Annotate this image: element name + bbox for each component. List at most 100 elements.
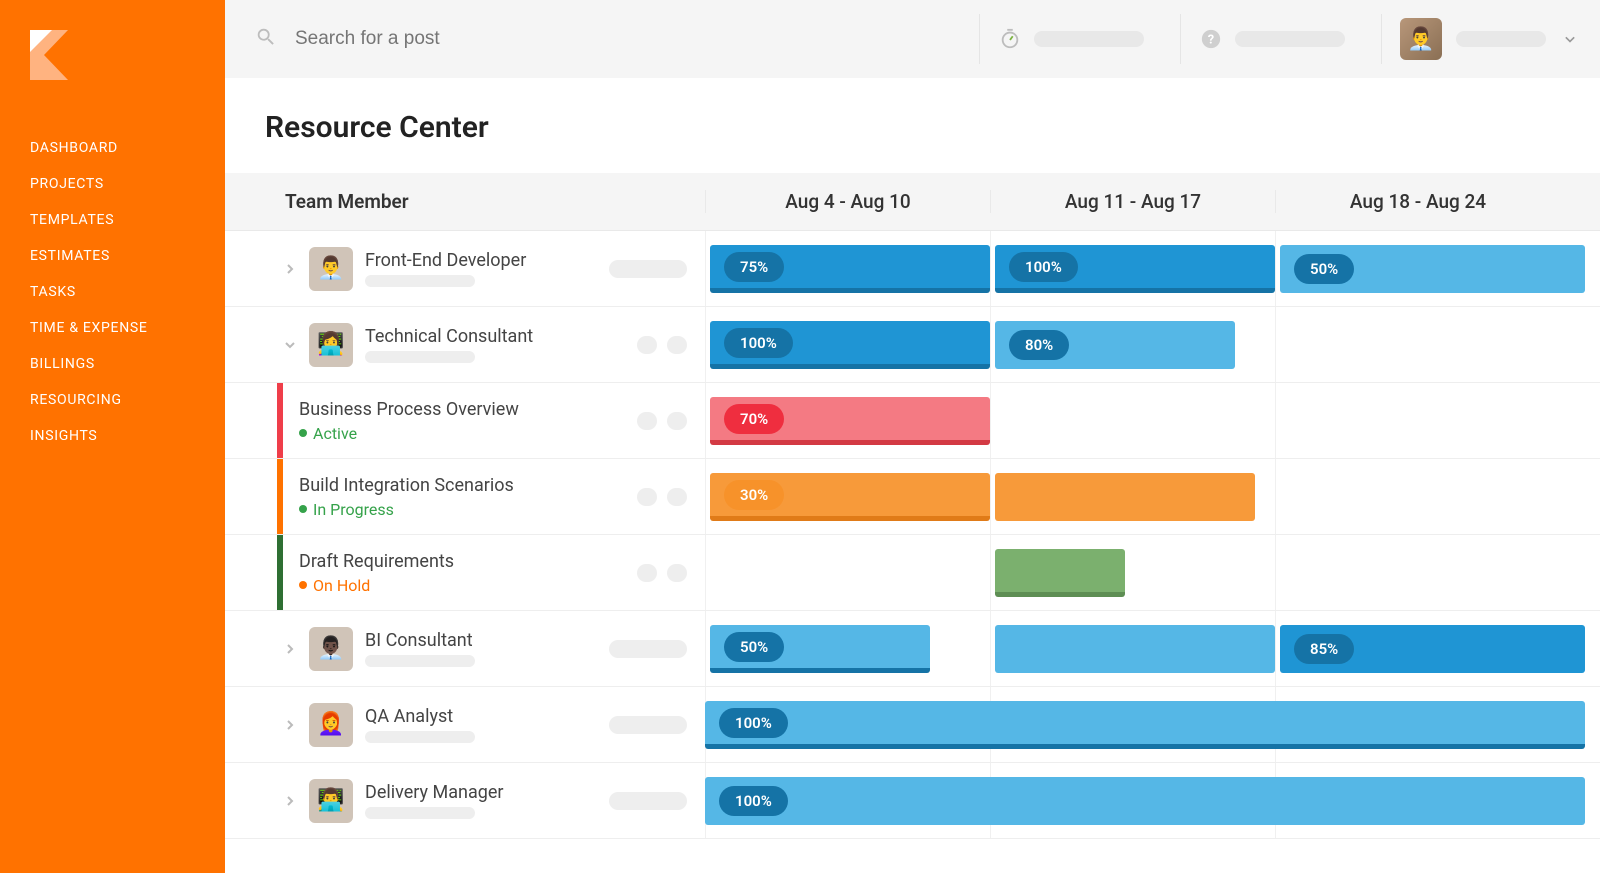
app-root: DASHBOARD PROJECTS TEMPLATES ESTIMATES TASKS… xyxy=(0,0,1600,873)
allocation-bar[interactable]: 100% xyxy=(710,321,990,369)
action-placeholder[interactable] xyxy=(637,488,657,506)
allocation-bar[interactable]: 85% xyxy=(1280,625,1585,673)
action-placeholder[interactable] xyxy=(667,336,687,354)
allocation-bar[interactable]: 80% xyxy=(995,321,1235,369)
action-placeholder[interactable] xyxy=(667,488,687,506)
row-left: 👨‍💻Delivery Manager xyxy=(225,763,705,838)
nav-item[interactable]: DASHBOARD xyxy=(30,140,225,156)
nav-item[interactable]: RESOURCING xyxy=(30,392,225,408)
help-widget[interactable]: ? xyxy=(1180,14,1363,64)
chevron-right-icon[interactable] xyxy=(283,794,297,808)
main: ? 👨‍💼 Resource Center Team Member Aug 4 … xyxy=(225,0,1600,873)
action-placeholder[interactable] xyxy=(609,260,687,278)
row-actions xyxy=(609,716,705,734)
nav-item[interactable]: ESTIMATES xyxy=(30,248,225,264)
allocation-percent: 50% xyxy=(1294,254,1354,284)
row-left: Business Process OverviewActive xyxy=(225,383,705,458)
timer-widget[interactable] xyxy=(979,14,1162,64)
search-input[interactable] xyxy=(295,28,695,50)
row-timeline: 100%80% xyxy=(705,307,1600,382)
resource-row[interactable]: 👩‍🦰QA Analyst100% xyxy=(225,687,1600,763)
row-avatar: 👩‍🦰 xyxy=(309,703,353,747)
user-avatar: 👨‍💼 xyxy=(1400,18,1442,60)
chevron-right-icon[interactable] xyxy=(283,262,297,276)
topbar: ? 👨‍💼 xyxy=(225,0,1600,78)
allocation-bar[interactable] xyxy=(995,549,1125,597)
row-info: Technical Consultant xyxy=(365,326,533,363)
allocation-percent: 100% xyxy=(1009,252,1078,282)
row-status: In Progress xyxy=(299,500,514,519)
action-placeholder[interactable] xyxy=(609,640,687,658)
row-color-marker xyxy=(277,459,283,534)
row-timeline: 70% xyxy=(705,383,1600,458)
resource-row[interactable]: 👩‍💻 Technical Consultant 100%80% xyxy=(225,307,1600,383)
allocation-percent: 100% xyxy=(719,786,788,816)
action-placeholder[interactable] xyxy=(667,412,687,430)
allocation-percent: 70% xyxy=(724,404,784,434)
row-sub-placeholder xyxy=(365,351,475,363)
resource-row[interactable]: 👨‍💻Delivery Manager 100% xyxy=(225,763,1600,839)
row-sub-placeholder xyxy=(365,807,475,819)
task-row[interactable]: Business Process OverviewActive 70% xyxy=(225,383,1600,459)
week-cell xyxy=(1275,307,1560,382)
allocation-bar[interactable]: 50% xyxy=(1280,245,1585,293)
timer-placeholder xyxy=(1034,31,1144,47)
resource-row[interactable]: 👨🏿‍💼BI Consultant50% 85% xyxy=(225,611,1600,687)
chevron-down-icon xyxy=(1560,29,1580,49)
row-title: Technical Consultant xyxy=(365,326,533,347)
allocation-percent: 30% xyxy=(724,480,784,510)
chevron-down-icon[interactable] xyxy=(283,338,297,352)
row-left: Build Integration ScenariosIn Progress xyxy=(225,459,705,534)
user-widget[interactable]: 👨‍💼 xyxy=(1381,14,1580,64)
allocation-bar[interactable]: 100% xyxy=(705,701,1585,749)
row-sub-placeholder xyxy=(365,655,475,667)
chevron-right-icon[interactable] xyxy=(283,718,297,732)
allocation-bar[interactable]: 70% xyxy=(710,397,990,445)
action-placeholder[interactable] xyxy=(609,716,687,734)
task-row[interactable]: Draft RequirementsOn Hold xyxy=(225,535,1600,611)
resource-row[interactable]: 👨‍💼 Front-End Developer 75% 100% 50% xyxy=(225,231,1600,307)
row-timeline: 100% xyxy=(705,687,1600,762)
allocation-bar[interactable] xyxy=(995,625,1275,673)
row-actions xyxy=(609,640,705,658)
row-avatar: 👩‍💻 xyxy=(309,323,353,367)
rows-container: 👨‍💼 Front-End Developer 75% 100% 50% 👩‍💻 Techn… xyxy=(225,231,1600,839)
row-left: 👩‍🦰QA Analyst xyxy=(225,687,705,762)
allocation-bar[interactable] xyxy=(995,473,1255,521)
nav-item[interactable]: PROJECTS xyxy=(30,176,225,192)
action-placeholder[interactable] xyxy=(667,564,687,582)
page-title: Resource Center xyxy=(225,78,1600,173)
allocation-bar[interactable]: 100% xyxy=(995,245,1275,293)
action-placeholder[interactable] xyxy=(609,792,687,810)
row-avatar: 👨‍💼 xyxy=(309,247,353,291)
table-header: Team Member Aug 4 - Aug 10 Aug 11 - Aug … xyxy=(225,173,1600,231)
allocation-bar[interactable]: 75% xyxy=(710,245,990,293)
nav-item[interactable]: TEMPLATES xyxy=(30,212,225,228)
nav-item[interactable]: INSIGHTS xyxy=(30,428,225,444)
row-timeline: 100% xyxy=(705,763,1600,838)
nav-item[interactable]: TASKS xyxy=(30,284,225,300)
column-week1: Aug 4 - Aug 10 xyxy=(705,190,990,213)
week-cell xyxy=(1275,459,1560,534)
action-placeholder[interactable] xyxy=(637,564,657,582)
allocation-bar[interactable]: 50% xyxy=(710,625,930,673)
row-timeline: 75% 100% 50% xyxy=(705,231,1600,306)
row-left: 👨‍💼 Front-End Developer xyxy=(225,231,705,306)
sidebar: DASHBOARD PROJECTS TEMPLATES ESTIMATES TASKS… xyxy=(0,0,225,873)
chevron-right-icon[interactable] xyxy=(283,642,297,656)
column-week2: Aug 11 - Aug 17 xyxy=(990,190,1275,213)
action-placeholder[interactable] xyxy=(637,336,657,354)
user-name-placeholder xyxy=(1456,31,1546,47)
nav-item[interactable]: TIME & EXPENSE xyxy=(30,320,225,336)
allocation-bar[interactable]: 30% xyxy=(710,473,990,521)
status-text: On Hold xyxy=(313,576,370,595)
status-dot-icon xyxy=(299,429,307,437)
row-left: 👨🏿‍💼BI Consultant xyxy=(225,611,705,686)
row-title: Front-End Developer xyxy=(365,250,526,271)
nav-item[interactable]: BILLINGS xyxy=(30,356,225,372)
allocation-bar[interactable]: 100% xyxy=(705,777,1585,825)
row-sub-placeholder xyxy=(365,731,475,743)
task-row[interactable]: Build Integration ScenariosIn Progress 30… xyxy=(225,459,1600,535)
action-placeholder[interactable] xyxy=(637,412,657,430)
logo-icon xyxy=(30,30,80,80)
